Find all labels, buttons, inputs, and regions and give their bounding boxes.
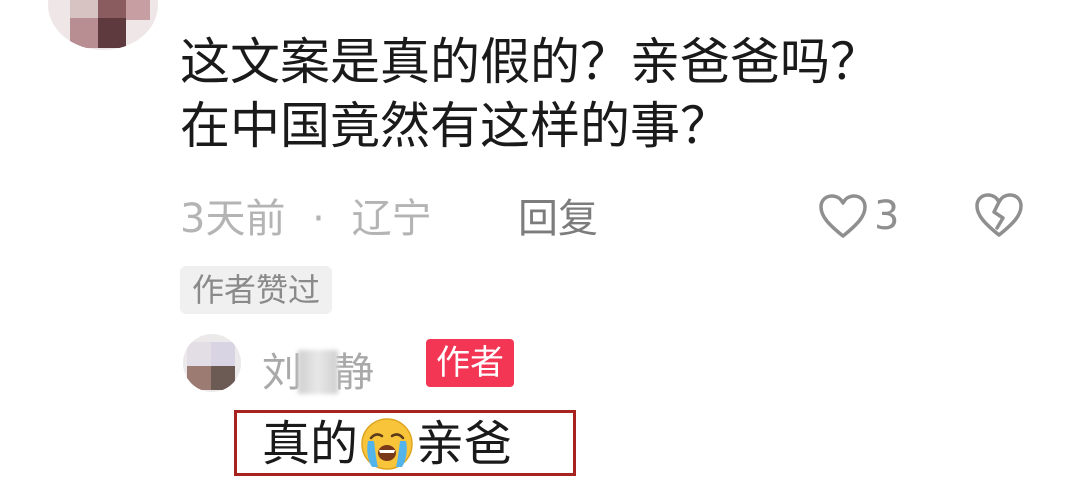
- author-liked-tag: 作者赞过: [180, 266, 333, 314]
- reply-username[interactable]: 刘静: [262, 340, 374, 398]
- comment-meta: 3天前 · 辽宁: [180, 186, 432, 246]
- reply-text-before: 真的: [262, 416, 359, 472]
- like-button[interactable]: 3: [818, 190, 899, 242]
- reply-username-first: 刘: [262, 350, 302, 396]
- comment-time: 3天前: [180, 196, 286, 242]
- crying-face-icon: [361, 418, 413, 470]
- reply-avatar[interactable]: [183, 334, 241, 392]
- comment-text: 这文案是真的假的？亲爸爸吗？ 在中国竟然有这样的事？: [180, 30, 1040, 158]
- like-count: 3: [874, 193, 900, 239]
- broken-heart-icon: [975, 193, 1023, 237]
- meta-separator: ·: [312, 196, 325, 242]
- author-badge: 作者: [426, 339, 514, 387]
- commenter-avatar[interactable]: [48, 0, 158, 50]
- redacted-blur: [298, 350, 338, 394]
- reply-text-after: 亲爸: [416, 416, 513, 472]
- comment-location: 辽宁: [351, 196, 432, 242]
- dislike-button[interactable]: [974, 192, 1024, 242]
- reply-username-last: 静: [334, 350, 374, 396]
- reply-button[interactable]: 回复: [518, 186, 598, 244]
- reply-text: 真的 亲爸: [262, 414, 512, 474]
- comment-line: 在中国竟然有这样的事？: [180, 97, 730, 155]
- comment-line: 这文案是真的假的？亲爸爸吗？: [180, 33, 880, 91]
- heart-icon: [819, 194, 867, 238]
